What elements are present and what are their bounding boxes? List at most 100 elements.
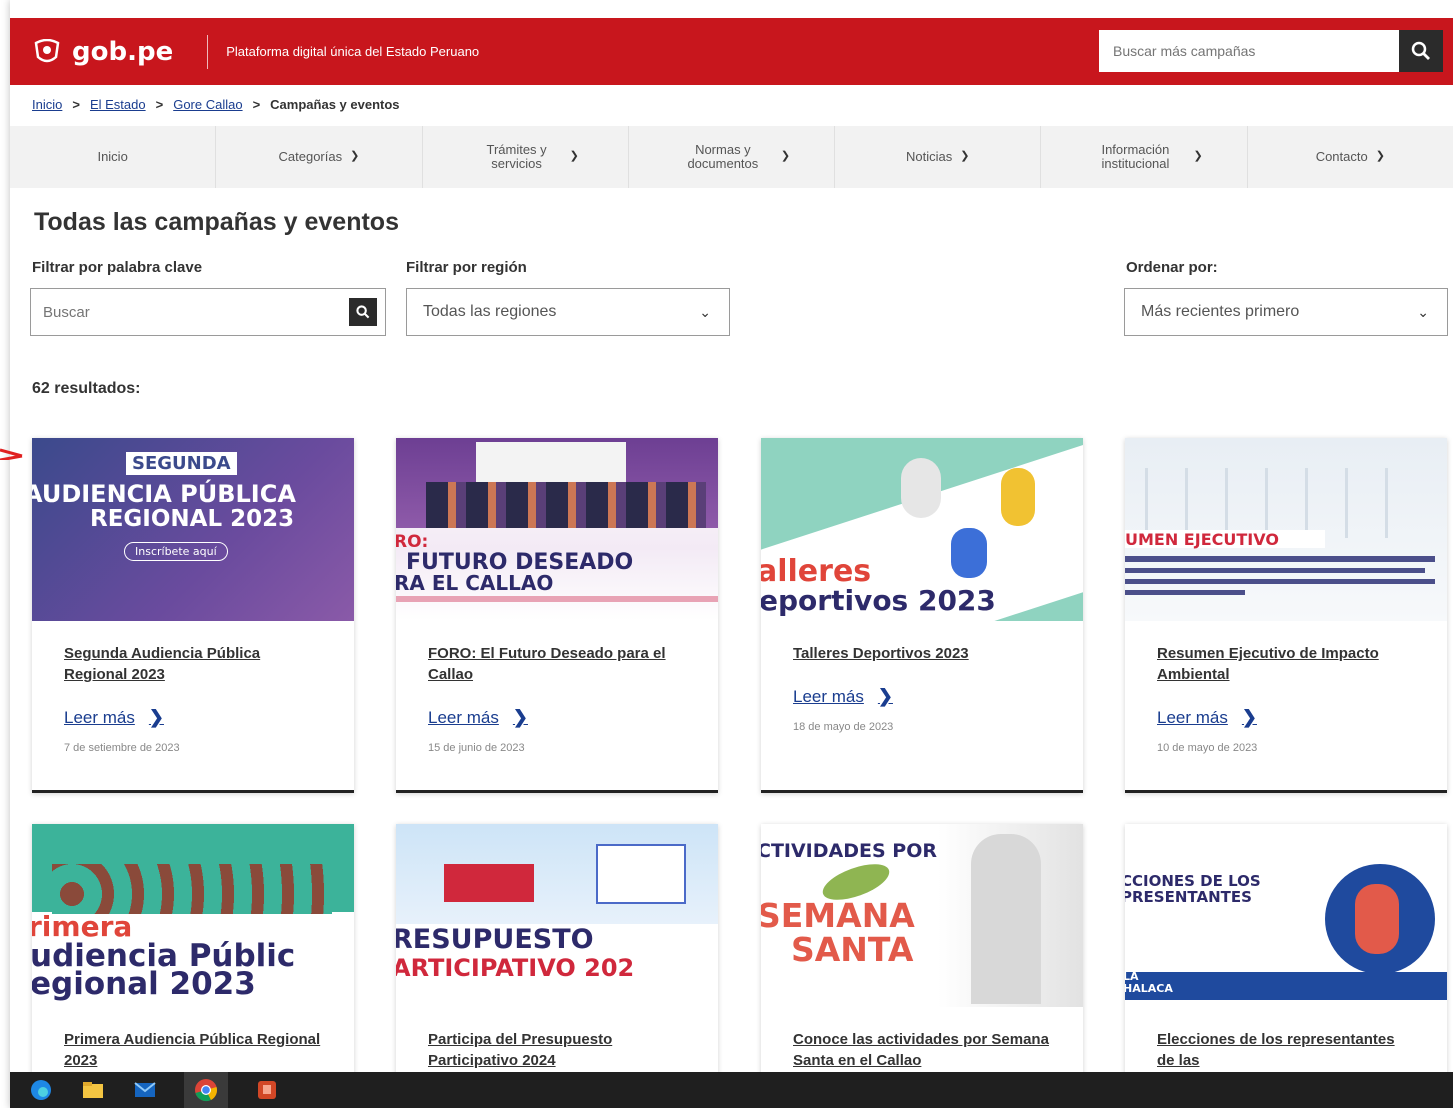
card-title-link[interactable]: Segunda Audiencia Pública Regional 2023 <box>64 643 322 685</box>
file-explorer-icon[interactable] <box>80 1077 106 1103</box>
region-filter-label: Filtrar por región <box>406 259 527 276</box>
card-title-link[interactable]: Conoce las actividades por Semana Santa … <box>793 1029 1051 1071</box>
chevron-down-icon: ❯ <box>960 150 970 163</box>
header-search-input[interactable] <box>1099 30 1399 72</box>
campaign-image[interactable]: CCIONES DE LOS PRESENTANTES LA HALACA <box>1125 824 1447 1007</box>
campaign-card: UMEN EJECUTIVO Resumen Ejecutivo de Impa… <box>1125 438 1447 793</box>
nav-label: Normas y documentos <box>687 142 759 171</box>
chevron-right-icon: ❯ <box>148 707 164 727</box>
chevron-right-icon: ❯ <box>1241 707 1257 727</box>
campaign-image[interactable]: RO: FUTURO DESEADO RA EL CALLAO <box>396 438 718 621</box>
card-title-link[interactable]: Primera Audiencia Pública Regional 2023 <box>64 1029 322 1071</box>
image-text: egional 2023 <box>32 966 256 1002</box>
edge-browser-icon[interactable] <box>28 1077 54 1103</box>
keyword-search-button[interactable] <box>349 298 377 326</box>
card-body: Elecciones de los representantes de las <box>1125 1007 1447 1071</box>
nav-label: Categorías <box>278 149 343 165</box>
order-select[interactable]: Más recientes primero ⌄ <box>1124 288 1448 336</box>
chevron-down-icon: ❯ <box>1375 150 1385 163</box>
card-date: 18 de mayo de 2023 <box>793 721 894 733</box>
header-search-button[interactable] <box>1399 30 1443 72</box>
campaign-card: alleres eportivos 2023 Talleres Deportiv… <box>761 438 1083 793</box>
header-tagline: Plataforma digital única del Estado Peru… <box>226 44 480 59</box>
read-more-label: Leer más <box>64 707 135 727</box>
image-text: AUDIENCIA PÚBLICA <box>32 480 296 508</box>
nav-item-categorias[interactable]: Categorías ❯ <box>216 126 423 188</box>
campaign-image[interactable]: UMEN EJECUTIVO <box>1125 438 1447 621</box>
campaign-card: SEGUNDA AUDIENCIA PÚBLICA REGIONAL 2023 … <box>32 438 354 793</box>
campaign-image[interactable]: rimera udiencia Públic egional 2023 <box>32 824 354 1007</box>
gob-logo[interactable]: gob.pe <box>32 37 173 67</box>
search-icon <box>356 305 370 319</box>
breadcrumb-inicio[interactable]: Inicio <box>32 97 62 112</box>
card-title-link[interactable]: Resumen Ejecutivo de Impacto Ambiental <box>1157 643 1415 685</box>
campaign-image[interactable]: RESUPUESTO ARTICIPATIVO 202 <box>396 824 718 1007</box>
results-count: 62 resultados: <box>32 380 141 397</box>
nav-item-tramites[interactable]: Trámites y servicios ❯ <box>423 126 629 188</box>
campaign-card: CCIONES DE LOS PRESENTANTES LA HALACA El… <box>1125 824 1447 1084</box>
chrome-browser-icon[interactable] <box>184 1072 228 1108</box>
breadcrumb: Inicio > El Estado > Gore Callao > Campa… <box>32 97 400 112</box>
chevron-right-icon: > <box>252 97 261 112</box>
breadcrumb-gore-callao[interactable]: Gore Callao <box>173 97 242 112</box>
card-title-link[interactable]: Participa del Presupuesto Participativo … <box>428 1029 686 1071</box>
card-date: 7 de setiembre de 2023 <box>64 742 180 754</box>
breadcrumb-current: Campañas y eventos <box>270 97 400 112</box>
nav-label: Contacto <box>1315 149 1368 165</box>
read-more-label: Leer más <box>1157 707 1228 727</box>
image-text: SANTA <box>791 930 914 969</box>
keyword-search-input[interactable] <box>31 289 349 335</box>
campaign-image[interactable]: alleres eportivos 2023 <box>761 438 1083 621</box>
page-title: Todas las campañas y eventos <box>34 208 399 236</box>
card-date: 10 de mayo de 2023 <box>1157 742 1258 754</box>
campaign-image[interactable]: SEGUNDA AUDIENCIA PÚBLICA REGIONAL 2023 … <box>32 438 354 621</box>
image-text: PRESENTANTES <box>1125 888 1252 906</box>
chevron-down-icon: ⌄ <box>1417 303 1429 320</box>
card-date: 15 de junio de 2023 <box>428 742 525 754</box>
read-more-label: Leer más <box>428 707 499 727</box>
campaign-image[interactable]: CTIVIDADES POR SEMANA SANTA <box>761 824 1083 1007</box>
card-title-link[interactable]: FORO: El Futuro Deseado para el Callao <box>428 643 686 685</box>
nav-label: Noticias <box>906 149 953 165</box>
card-title-link[interactable]: Talleres Deportivos 2023 <box>793 643 1051 664</box>
card-body: Primera Audiencia Pública Regional 2023 <box>32 1007 354 1071</box>
mail-icon[interactable] <box>132 1077 158 1103</box>
image-text: RA EL CALLAO <box>396 571 554 595</box>
keyword-filter <box>30 288 386 336</box>
campaign-card: CTIVIDADES POR SEMANA SANTA Conoce las a… <box>761 824 1083 1084</box>
image-text: RO: <box>396 532 429 552</box>
nav-item-contacto[interactable]: Contacto ❯ <box>1248 126 1453 188</box>
read-more-link[interactable]: Leer más ❯ <box>428 707 528 728</box>
read-more-link[interactable]: Leer más ❯ <box>793 686 893 707</box>
read-more-link[interactable]: Leer más ❯ <box>1157 707 1257 728</box>
nav-item-informacion[interactable]: Información institucional ❯ <box>1041 126 1248 188</box>
chevron-right-icon: ❯ <box>512 707 528 727</box>
chevron-down-icon: ❯ <box>350 150 360 163</box>
campaign-card: RESUPUESTO ARTICIPATIVO 202 Participa de… <box>396 824 718 1084</box>
campaign-card: RO: FUTURO DESEADO RA EL CALLAO FORO: El… <box>396 438 718 793</box>
image-text: REGIONAL 2023 <box>90 506 295 532</box>
chevron-right-icon: ❯ <box>877 686 893 706</box>
chevron-down-icon: ❯ <box>780 150 791 163</box>
image-text: SEGUNDA <box>126 452 237 475</box>
image-text: Inscríbete aquí <box>124 542 228 561</box>
card-title-link[interactable]: Elecciones de los representantes de las <box>1157 1029 1415 1071</box>
image-text: HALACA <box>1125 982 1173 995</box>
coat-of-arms-icon <box>34 38 60 62</box>
nav-item-inicio[interactable]: Inicio <box>10 126 217 188</box>
nav-item-normas[interactable]: Normas y documentos ❯ <box>629 126 836 188</box>
breadcrumb-el-estado[interactable]: El Estado <box>90 97 146 112</box>
image-text: eportivos 2023 <box>761 584 996 617</box>
card-body: Talleres Deportivos 2023 Leer más ❯ 18 de… <box>761 621 1083 733</box>
header-divider <box>207 34 209 69</box>
image-text: UMEN EJECUTIVO <box>1125 530 1279 549</box>
red-arrow-annotation <box>0 448 23 460</box>
powerpoint-icon[interactable] <box>254 1077 280 1103</box>
image-text: RESUPUESTO <box>396 924 594 955</box>
region-select[interactable]: Todas las regiones ⌄ <box>406 288 730 336</box>
nav-label: Trámites y servicios <box>486 142 547 171</box>
read-more-link[interactable]: Leer más ❯ <box>64 707 164 728</box>
main-nav: Inicio Categorías ❯ Trámites y servicios ❯… <box>10 126 1453 188</box>
os-taskbar <box>10 1072 1453 1108</box>
nav-item-noticias[interactable]: Noticias ❯ <box>835 126 1042 188</box>
